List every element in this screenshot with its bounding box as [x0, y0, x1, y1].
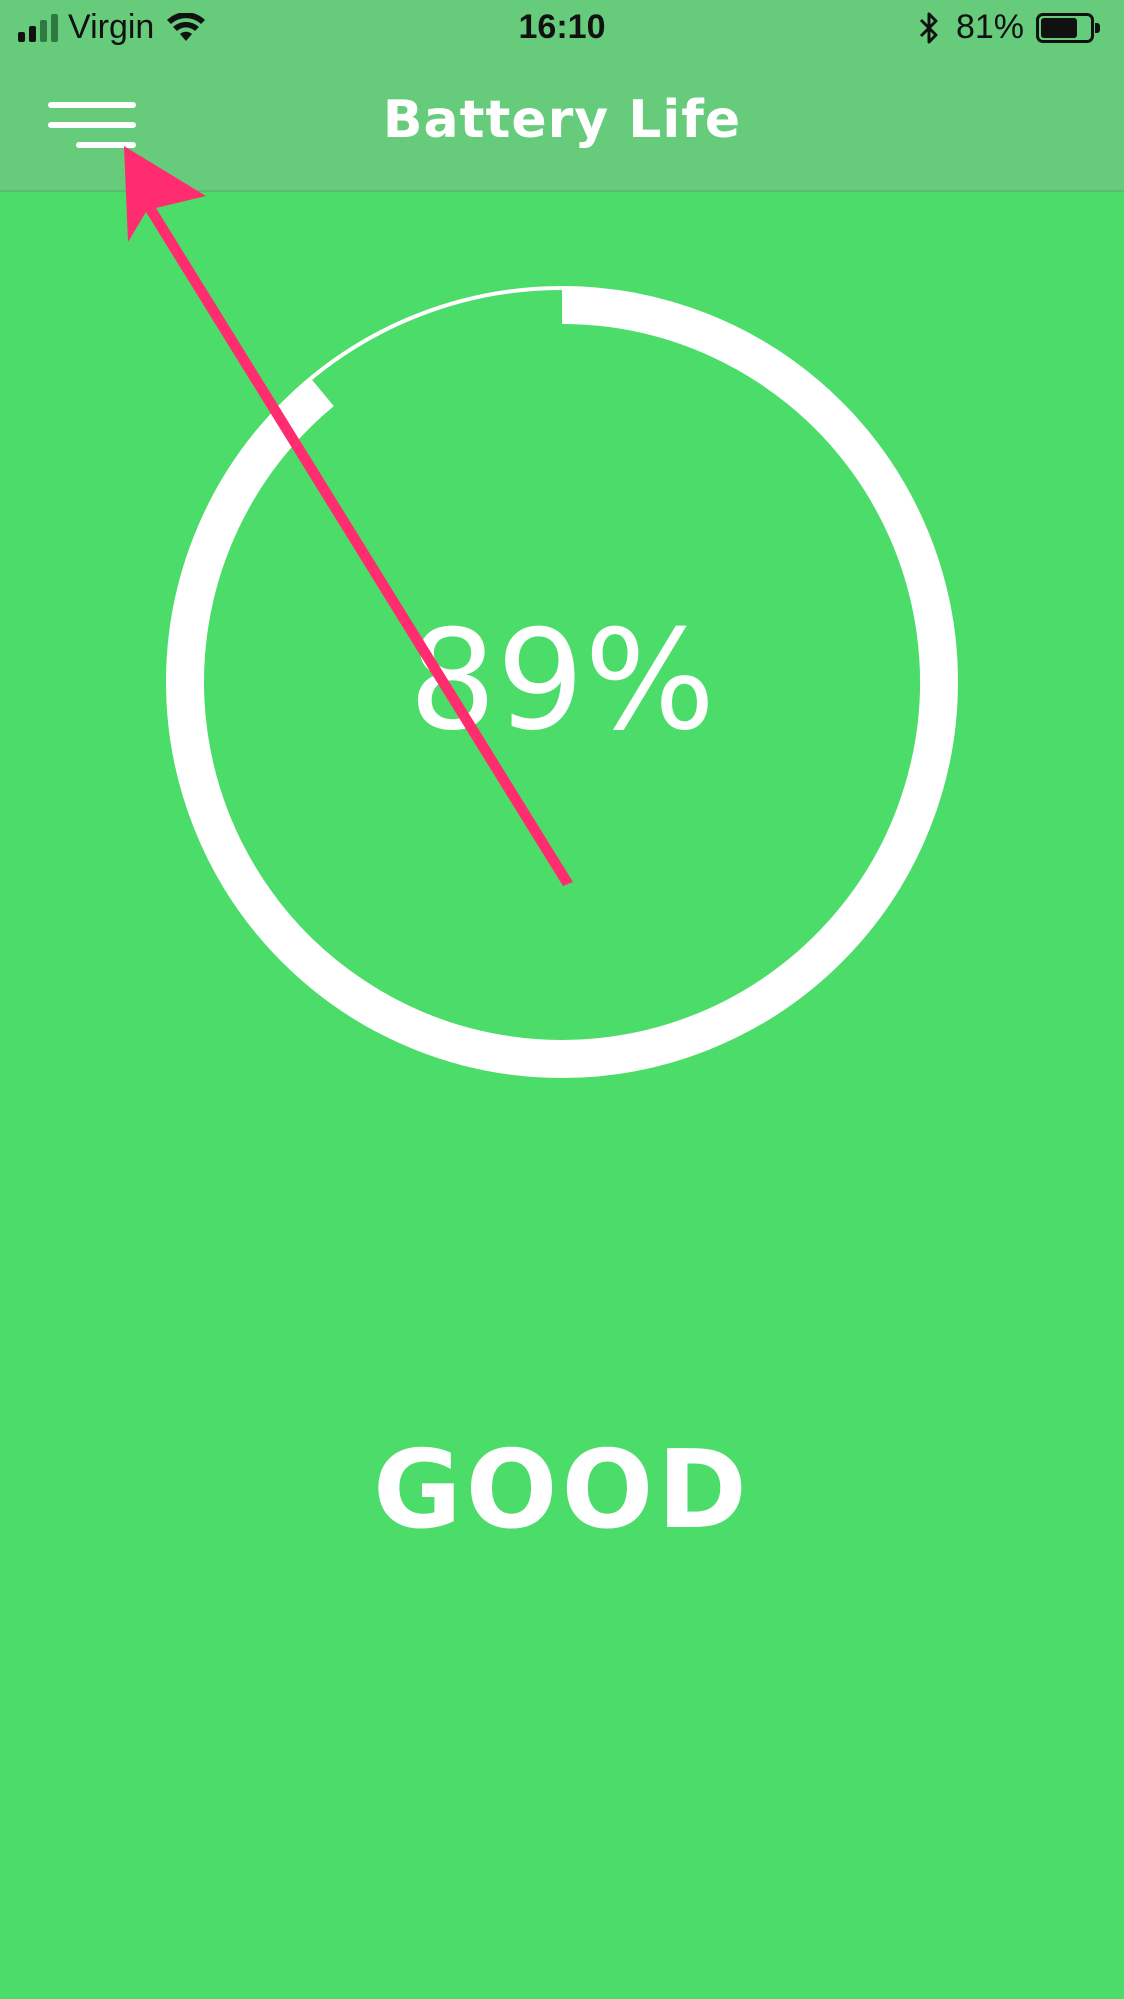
status-right: 81% [918, 8, 1102, 47]
page-title: Battery Life [382, 90, 742, 150]
battery-icon [1036, 12, 1102, 43]
status-bar: Virgin 16:10 81% [0, 0, 1124, 62]
navigation-header: Virgin 16:10 81% Battery Life [0, 0, 1124, 192]
battery-percentage: 81% [955, 8, 1024, 46]
bluetooth-icon [919, 12, 938, 43]
battery-health-percent: 89% [408, 600, 716, 761]
battery-condition-label: GOOD [373, 1428, 751, 1553]
